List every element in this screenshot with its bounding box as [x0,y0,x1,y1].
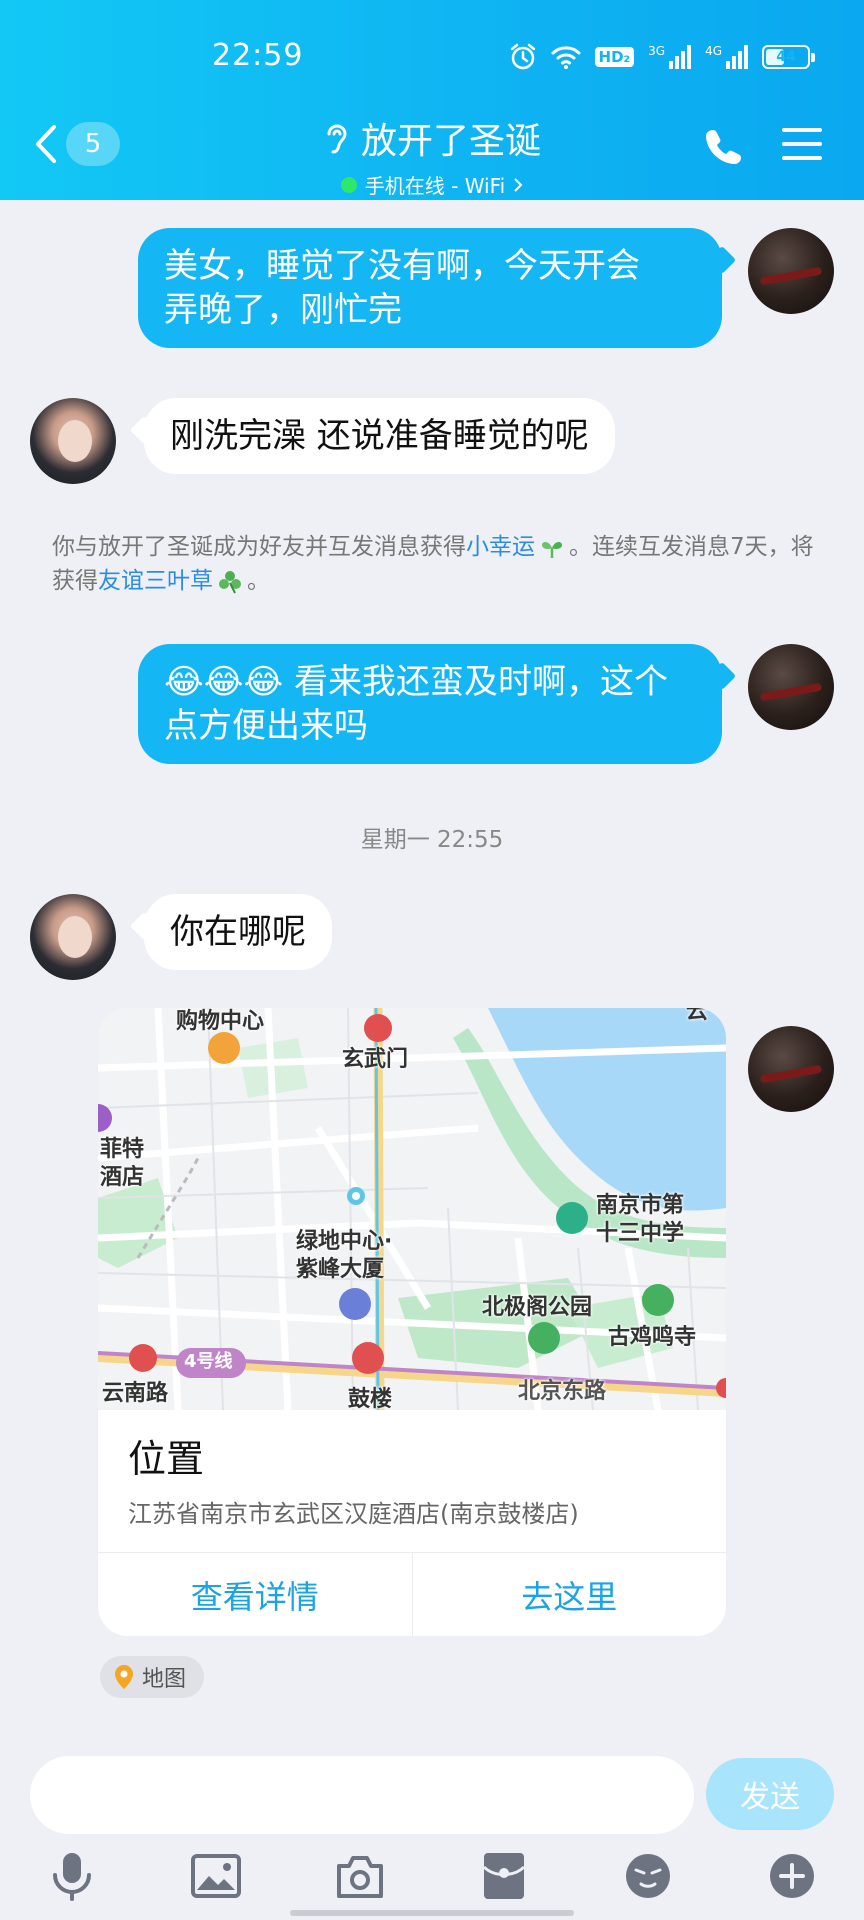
clover-icon [219,570,241,593]
contact-avatar[interactable] [30,894,116,980]
location-title: 位置 [128,1437,205,1481]
my-avatar[interactable] [748,1026,834,1112]
send-button[interactable]: 发送 [706,1758,834,1830]
alarm-icon [510,43,535,70]
ear-icon [327,124,347,154]
map-label: 4号线 [184,1351,233,1372]
message-bubble-sent[interactable]: 美女，睡觉了没有啊，今天开会 弄晚了，刚忙完 [138,228,722,348]
call-button[interactable] [704,126,744,170]
my-avatar[interactable] [748,228,834,314]
microphone-icon[interactable] [46,1850,98,1902]
menu-icon [782,128,822,160]
system-tip-text: 你与放开了圣诞成为好友并互发消息获得 [52,534,466,560]
message-bubble-received[interactable]: 刚洗完澡 还说准备睡觉的呢 [144,398,615,474]
chevron-right-icon [514,177,523,192]
location-address: 江苏省南京市玄武区汉庭酒店(南京鼓楼店) [128,1500,579,1528]
navigate-button[interactable]: 去这里 [411,1553,727,1636]
contact-name[interactable]: 放开了圣诞 [361,112,541,164]
map-label: 古鸡鸣寺 [608,1325,697,1350]
map-label: 云南路 [102,1381,169,1406]
message-input[interactable] [30,1756,694,1834]
system-tip-text: 。 [247,568,270,594]
chat-header: 22:59 HD₂ 3G 4G 44 5 放开了圣诞 手机在线 - WiFi [0,0,864,200]
signal-3g-label: 3G [648,44,666,58]
emoji-icon[interactable] [622,1850,674,1902]
signal-4g-icon: 4G [705,45,748,69]
contact-avatar[interactable] [30,398,116,484]
view-details-button[interactable]: 查看详情 [98,1553,412,1636]
lucky-link[interactable]: 小幸运 [466,534,535,560]
map-label: 云 [686,1008,709,1024]
my-avatar[interactable] [748,644,834,730]
location-card[interactable]: 购物中心 玄武门 菲特 酒店 南京市第 十三中学 绿地中心· 紫峰大厦 北极阁公… [98,1008,726,1636]
menu-button[interactable] [782,126,822,166]
online-status[interactable]: 手机在线 - WiFi [0,170,864,199]
red-packet-icon[interactable] [478,1850,530,1902]
online-status-text: 手机在线 - WiFi [364,174,506,198]
sprout-icon [542,541,562,558]
map-label: 购物中心 [176,1009,265,1034]
map-tag-label: 地图 [142,1667,187,1692]
map-label: 绿地中心· 紫峰大厦 [296,1229,393,1282]
laughing-emoji: 😂😂😂 [164,662,284,702]
status-time: 22:59 [212,38,304,73]
map-label: 玄武门 [342,1047,409,1072]
map-label: 菲特 酒店 [100,1137,145,1190]
location-pin-icon [115,1665,133,1689]
message-bubble-sent[interactable]: 😂😂😂 看来我还蛮及时啊，这个 点方便出来吗 [138,644,722,764]
hd-badge: HD₂ [594,47,635,67]
system-tip: 你与放开了圣诞成为好友并互发消息获得小幸运 。连续互发消息7天，将获得友谊三叶草。 [52,530,822,598]
image-icon[interactable] [190,1850,242,1902]
signal-4g-label: 4G [705,44,722,58]
wifi-icon [551,46,581,69]
map-label: 鼓楼 [348,1387,393,1410]
camera-icon[interactable] [334,1850,386,1902]
online-dot [340,176,357,193]
status-icons: HD₂ 3G 4G 44 [509,42,815,72]
home-indicator[interactable] [290,1910,574,1916]
map-source-tag[interactable]: 地图 [100,1656,205,1698]
timestamp: 星期一 22:55 [360,827,504,853]
map-label: 北京东路 [518,1379,607,1404]
map-label: 南京市第 十三中学 [596,1193,685,1246]
map-label: 北极阁公园 [482,1295,593,1320]
message-bubble-received[interactable]: 你在哪呢 [144,894,332,970]
phone-icon [706,130,741,164]
plus-icon[interactable] [766,1850,818,1902]
battery-icon: 44 [762,45,815,69]
clover-link[interactable]: 友谊三叶草 [98,568,213,594]
battery-level: 44 [776,49,796,65]
signal-3g-icon: 3G [648,44,692,69]
map-preview[interactable]: 购物中心 玄武门 菲特 酒店 南京市第 十三中学 绿地中心· 紫峰大厦 北极阁公… [98,1008,726,1410]
location-actions: 查看详情 去这里 [98,1552,726,1636]
